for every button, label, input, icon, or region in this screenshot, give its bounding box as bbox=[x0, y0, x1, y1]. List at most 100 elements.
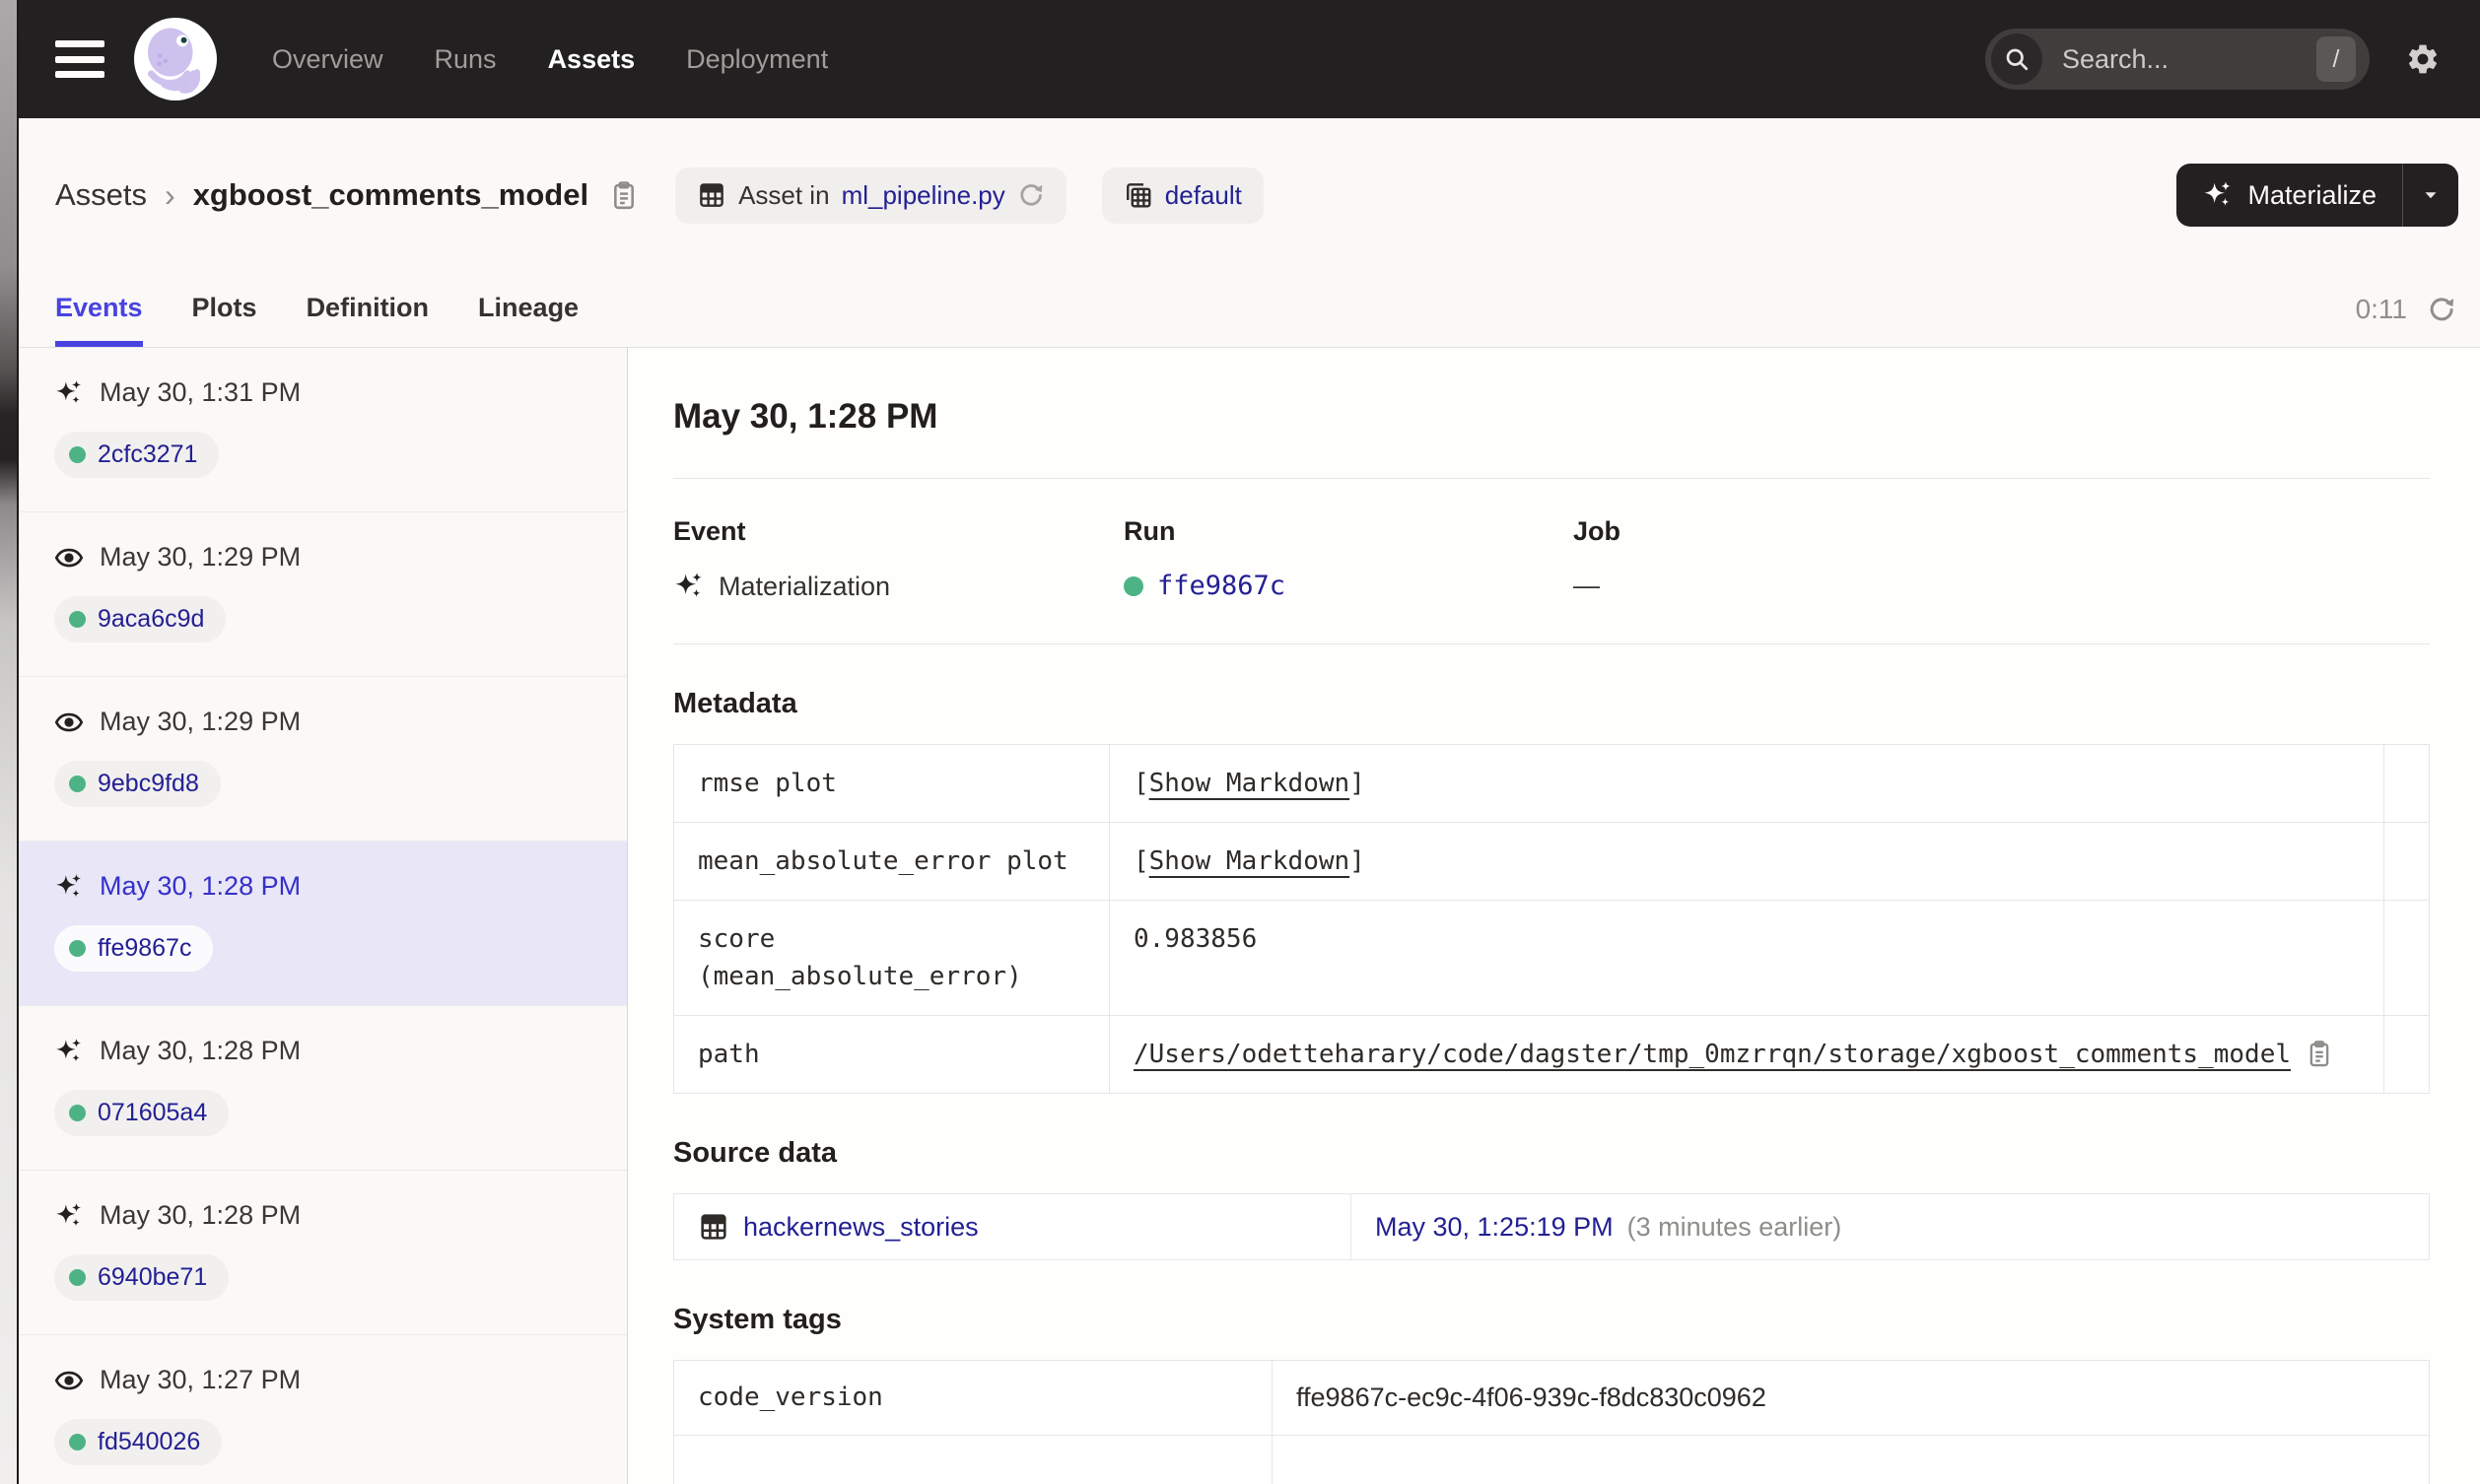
run-id-link[interactable]: 071605a4 bbox=[98, 1099, 207, 1127]
spacer-cell bbox=[2384, 901, 2432, 1015]
asset-location-prefix: Asset in bbox=[738, 179, 830, 210]
metadata-table: rmse plot [Show Markdown] mean_absolute_… bbox=[673, 744, 2430, 1094]
run-badge[interactable]: 9aca6c9d bbox=[54, 596, 227, 642]
run-status-dot bbox=[69, 1269, 86, 1286]
run-badge[interactable]: 2cfc3271 bbox=[54, 432, 220, 478]
tab-plots[interactable]: Plots bbox=[192, 293, 257, 347]
run-status-dot bbox=[69, 1434, 86, 1450]
repository-link[interactable]: default bbox=[1165, 180, 1242, 211]
source-asset-link[interactable]: hackernews_stories bbox=[743, 1212, 979, 1243]
run-status-dot bbox=[69, 446, 86, 463]
run-badge[interactable]: 9ebc9fd8 bbox=[54, 761, 221, 807]
copy-path-icon[interactable] bbox=[2305, 1039, 2334, 1068]
metadata-heading: Metadata bbox=[673, 688, 797, 719]
copy-asset-name-icon[interactable] bbox=[608, 179, 640, 211]
event-type-value: Materialization bbox=[719, 571, 891, 601]
event-time: May 30, 1:28 PM bbox=[100, 1036, 302, 1065]
system-tag-key bbox=[674, 1436, 1273, 1484]
run-id-link[interactable]: ffe9867c bbox=[1157, 571, 1285, 601]
path-link[interactable]: /Users/odetteharary/code/dagster/tmp_0mz… bbox=[1134, 1036, 2291, 1073]
materialize-dropdown-button[interactable] bbox=[2403, 164, 2458, 227]
event-list-item[interactable]: May 30, 1:28 PM 6940be71 bbox=[19, 1171, 627, 1335]
nav-item-assets[interactable]: Assets bbox=[548, 44, 636, 75]
left-edge-strip bbox=[0, 0, 19, 1484]
event-list-item-selected[interactable]: May 30, 1:28 PM ffe9867c bbox=[19, 842, 627, 1006]
table-icon bbox=[697, 180, 726, 210]
code-location-link[interactable]: ml_pipeline.py bbox=[842, 180, 1005, 211]
run-badge[interactable]: fd540026 bbox=[54, 1419, 223, 1465]
run-badge[interactable]: 071605a4 bbox=[54, 1090, 230, 1136]
page-title: xgboost_comments_model bbox=[192, 177, 589, 212]
materialization-icon bbox=[54, 1037, 84, 1066]
metadata-key: rmse plot bbox=[674, 745, 1110, 822]
event-time: May 30, 1:28 PM bbox=[100, 1200, 302, 1230]
nav-item-runs[interactable]: Runs bbox=[435, 44, 497, 75]
metadata-value: 0.983856 bbox=[1110, 901, 2384, 1015]
materialization-icon bbox=[54, 378, 84, 408]
run-badge[interactable]: ffe9867c bbox=[54, 925, 214, 972]
bracket: ] bbox=[1349, 846, 1365, 876]
materialize-button[interactable]: Materialize bbox=[2176, 164, 2402, 227]
source-time-link[interactable]: May 30, 1:25:19 PM bbox=[1375, 1212, 1614, 1243]
materialization-icon bbox=[54, 872, 84, 902]
source-asset-cell: hackernews_stories bbox=[674, 1194, 1351, 1259]
system-tags-table: code_version ffe9867c-ec9c-4f06-939c-f8d… bbox=[673, 1360, 2430, 1484]
run-badge[interactable]: 6940be71 bbox=[54, 1254, 230, 1301]
tab-definition[interactable]: Definition bbox=[307, 293, 429, 347]
system-tag-value: ffe9867c-ec9c-4f06-939c-f8dc830c0962 bbox=[1296, 1383, 1766, 1412]
event-list-item[interactable]: May 30, 1:29 PM 9aca6c9d bbox=[19, 512, 627, 677]
run-id-link[interactable]: 2cfc3271 bbox=[98, 440, 197, 469]
nav-item-deployment[interactable]: Deployment bbox=[686, 44, 828, 75]
event-list-item[interactable]: May 30, 1:27 PM fd540026 bbox=[19, 1335, 627, 1484]
reload-location-icon[interactable] bbox=[1017, 181, 1045, 209]
gear-icon[interactable] bbox=[2405, 41, 2441, 77]
run-status-dot bbox=[69, 1105, 86, 1121]
top-nav: Overview Runs Assets Deployment Search..… bbox=[0, 0, 2480, 118]
breadcrumb-assets-link[interactable]: Assets bbox=[55, 177, 147, 213]
run-id-link[interactable]: 9aca6c9d bbox=[98, 605, 204, 634]
metadata-value: [Show Markdown] bbox=[1110, 745, 2384, 822]
event-list: May 30, 1:31 PM 2cfc3271 May 30, 1:29 PM… bbox=[0, 348, 628, 1484]
event-time: May 30, 1:28 PM bbox=[100, 871, 302, 901]
job-value: — bbox=[1573, 571, 1600, 600]
system-tags-heading: System tags bbox=[673, 1304, 842, 1335]
event-list-item[interactable]: May 30, 1:28 PM 071605a4 bbox=[19, 1006, 627, 1171]
table-row: score (mean_absolute_error) 0.983856 bbox=[674, 900, 2429, 1015]
run-id-link[interactable]: fd540026 bbox=[98, 1428, 200, 1456]
tab-events[interactable]: Events bbox=[55, 293, 143, 347]
job-column-label: Job bbox=[1573, 516, 1621, 546]
metadata-value: /Users/odetteharary/code/dagster/tmp_0mz… bbox=[1110, 1016, 2384, 1093]
event-list-item[interactable]: May 30, 1:29 PM 9ebc9fd8 bbox=[19, 677, 627, 842]
score-value: 0.983856 bbox=[1134, 924, 1258, 954]
search-shortcut-badge: / bbox=[2316, 36, 2356, 82]
materialize-button-group: Materialize bbox=[2176, 164, 2458, 227]
search-icon bbox=[1991, 34, 2042, 85]
metadata-value: [Show Markdown] bbox=[1110, 823, 2384, 900]
run-id-link[interactable]: ffe9867c bbox=[98, 934, 191, 963]
run-id-link[interactable]: 9ebc9fd8 bbox=[98, 770, 199, 798]
run-status-dot bbox=[69, 940, 86, 957]
tab-bar: Events Plots Definition Lineage 0:11 bbox=[0, 240, 2480, 348]
event-list-item[interactable]: May 30, 1:31 PM 2cfc3271 bbox=[19, 348, 627, 512]
event-time: May 30, 1:29 PM bbox=[100, 707, 302, 736]
nav-item-overview[interactable]: Overview bbox=[272, 44, 383, 75]
run-status-dot bbox=[1124, 575, 1143, 596]
show-markdown-link[interactable]: Show Markdown bbox=[1149, 846, 1350, 876]
breadcrumb-chevron-icon: › bbox=[165, 176, 175, 213]
bracket: [ bbox=[1134, 846, 1149, 876]
run-id-link[interactable]: 6940be71 bbox=[98, 1263, 207, 1292]
run-status-dot bbox=[69, 611, 86, 628]
event-detail-title: May 30, 1:28 PM bbox=[673, 397, 938, 436]
tab-lineage[interactable]: Lineage bbox=[478, 293, 579, 347]
asset-location-badge: Asset in ml_pipeline.py bbox=[675, 167, 1067, 224]
materialization-icon bbox=[54, 1201, 84, 1231]
search-input[interactable]: Search... / bbox=[1985, 29, 2370, 90]
repository-badge: default bbox=[1101, 167, 1264, 224]
dagster-logo[interactable] bbox=[134, 18, 217, 101]
table-row bbox=[674, 1435, 2429, 1484]
show-markdown-link[interactable]: Show Markdown bbox=[1149, 769, 1350, 798]
table-row: code_version ffe9867c-ec9c-4f06-939c-f8d… bbox=[674, 1361, 2429, 1435]
source-time-note: (3 minutes earlier) bbox=[1626, 1211, 1842, 1242]
menu-icon[interactable] bbox=[55, 40, 104, 78]
refresh-icon[interactable] bbox=[2427, 295, 2456, 324]
